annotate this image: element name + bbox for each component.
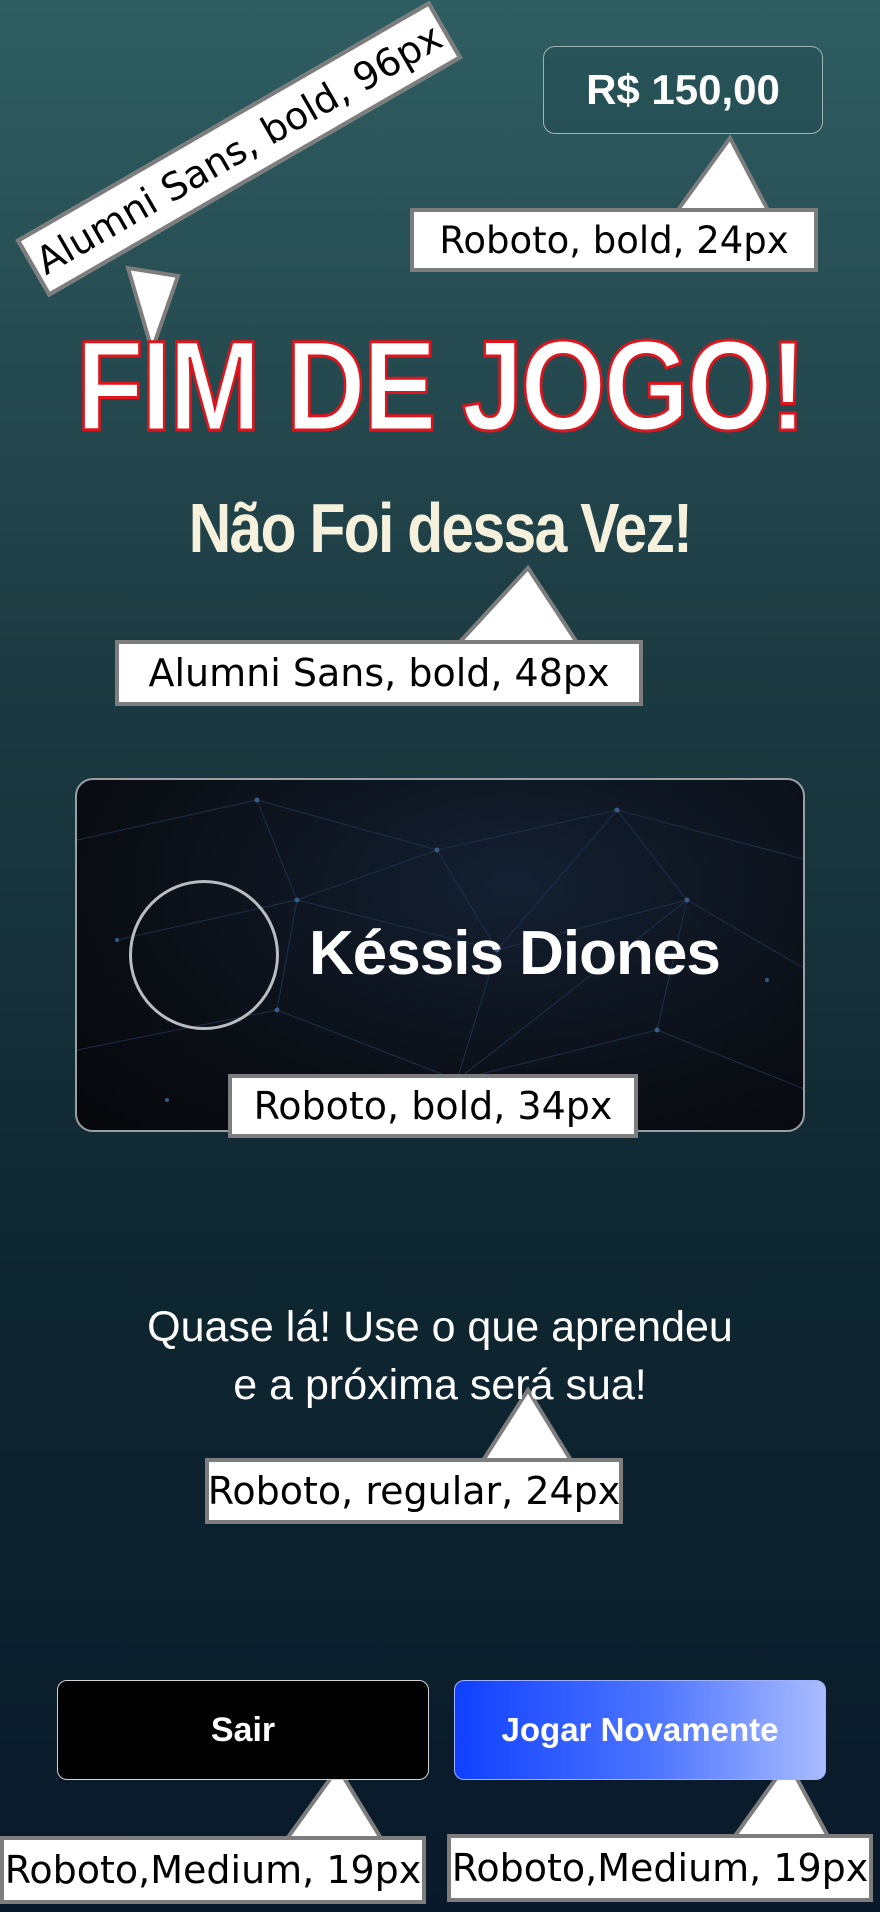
callout-balance-font: Roboto, bold, 24px (410, 208, 818, 272)
balance-display: R$ 150,00 (543, 46, 823, 134)
player-name: Késsis Diones (309, 919, 721, 988)
callout-exit-font: Roboto,Medium, 19px (0, 1836, 426, 1904)
callout-name-font: Roboto, bold, 34px (228, 1074, 638, 1138)
avatar (129, 880, 279, 1030)
message-line-2: e a próxima será sua! (233, 1361, 647, 1409)
play-again-button[interactable]: Jogar Novamente (454, 1680, 826, 1780)
callout-subtitle-font: Alumni Sans, bold, 48px (115, 640, 643, 706)
encouragement-message: Quase lá! Use o que aprendeu e a próxima… (90, 1298, 790, 1414)
game-over-subtitle: Não Foi dessa Vez! (188, 489, 693, 567)
game-over-title: FIM DE JOGO! (75, 315, 808, 458)
message-line-1: Quase lá! Use o que aprendeu (147, 1303, 733, 1351)
callout-message-font: Roboto, regular, 24px (205, 1458, 623, 1524)
callout-replay-font: Roboto,Medium, 19px (447, 1834, 873, 1902)
exit-button[interactable]: Sair (57, 1680, 429, 1780)
